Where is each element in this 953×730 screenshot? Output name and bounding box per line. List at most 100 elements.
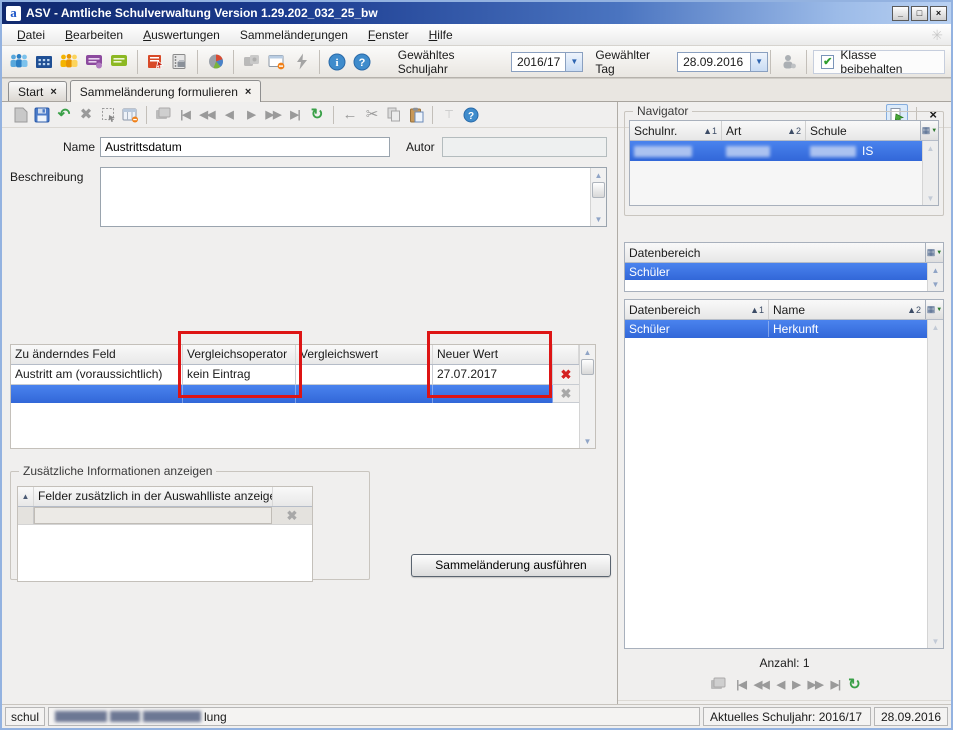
beschreibung-scrollbar[interactable]: ▲ ▼ (590, 168, 606, 226)
discard-icon: ✖ (76, 105, 96, 125)
register-book-icon[interactable] (144, 50, 167, 74)
beschreibung-label: Beschreibung (10, 170, 96, 184)
datenbereich-scrollbar[interactable]: ▲ ▼ (927, 263, 943, 291)
klasse-checkbox[interactable]: ✔ (821, 55, 834, 69)
column-header-vergleichsoperator[interactable]: Vergleichsoperator (183, 345, 296, 364)
previous-record-icon: ◀ (219, 105, 239, 125)
delete-row-icon[interactable]: ✖ (561, 367, 572, 383)
zusatz-empty-row[interactable]: ✖ (18, 507, 312, 525)
condition-row-empty-selected[interactable]: ✖ (11, 385, 579, 403)
classes-green-icon[interactable] (108, 50, 131, 74)
school-building-icon[interactable] (33, 50, 56, 74)
info-icon[interactable]: i (326, 50, 349, 74)
help-icon[interactable]: ? (461, 105, 481, 125)
sort-asc-icon[interactable]: ▲ (18, 487, 34, 506)
column-picker-icon[interactable]: ▦▼ (925, 300, 943, 319)
menu-sammelaenderungen[interactable]: Sammeländerungen (231, 26, 357, 44)
menu-fenster[interactable]: Fenster (359, 26, 418, 44)
chevron-down-icon[interactable]: ▼ (750, 53, 767, 71)
redacted-art (726, 146, 770, 157)
column-header-vergleichswert[interactable]: Vergleichswert (296, 345, 433, 364)
last-record-icon: ▶| (831, 678, 841, 691)
classes-purple-icon[interactable] (83, 50, 106, 74)
schools-table: Schulnr. ▲1 Art ▲2 Schule ▦▼ (629, 120, 939, 206)
execute-sammelaenderung-button[interactable]: Sammeländerung ausführen (411, 554, 611, 577)
beschreibung-textarea[interactable] (101, 168, 590, 226)
column-picker-icon[interactable]: ▦▼ (920, 121, 938, 140)
conditions-scrollbar[interactable]: ▲ ▼ (579, 345, 595, 448)
scroll-up-icon[interactable]: ▲ (580, 345, 595, 359)
menu-bearbeiten[interactable]: Bearbeiten (56, 26, 132, 44)
sort-1-icon: ▲1 (700, 126, 717, 136)
table-edit-icon[interactable] (120, 105, 140, 125)
items-scrollbar[interactable]: ▲ ▼ (927, 320, 943, 648)
column-header-schulnr[interactable]: Schulnr. ▲1 (630, 121, 722, 140)
column-header-name[interactable]: Name ▲2 (769, 300, 925, 319)
minimize-button[interactable]: _ (892, 6, 909, 21)
condition-row: Austritt am (voraussichtlich) kein Eintr… (11, 365, 579, 385)
paste-icon[interactable] (406, 105, 426, 125)
records-icon (708, 674, 728, 694)
menu-datei[interactable]: Datei (8, 26, 54, 44)
neuer-wert-cell[interactable]: 27.07.2017 (433, 365, 553, 385)
scroll-down-icon[interactable]: ▼ (580, 434, 595, 448)
school-row-selected[interactable]: IS (630, 141, 922, 161)
column-header-datenbereich[interactable]: Datenbereich (625, 243, 925, 262)
previous-record-icon: ◀ (777, 678, 784, 691)
item-row-selected[interactable]: Schüler Herkunft (625, 320, 927, 338)
schuljahr-combobox[interactable]: 2016/17 ▼ (511, 52, 583, 72)
select-region-icon (98, 105, 118, 125)
close-tab-icon[interactable]: × (50, 86, 56, 98)
person-gray-icon (777, 50, 800, 74)
fast-forward-icon: ▶▶ (808, 678, 823, 691)
maximize-button[interactable]: □ (911, 6, 928, 21)
lightning-icon (290, 50, 313, 74)
feld-cell[interactable]: Austritt am (voraussichtlich) (11, 365, 183, 385)
menu-hilfe[interactable]: Hilfe (420, 26, 462, 44)
back-arrow-icon: ← (340, 105, 360, 125)
teachers-icon[interactable] (58, 50, 81, 74)
menu-auswertungen[interactable]: Auswertungen (134, 26, 229, 44)
redacted-schule (810, 146, 856, 157)
save-icon[interactable] (32, 105, 52, 125)
schuljahr-label: Gewähltes Schuljahr (398, 48, 503, 76)
datenbereich-row-selected[interactable]: Schüler (625, 263, 927, 280)
column-header-feld[interactable]: Zu änderndes Feld (11, 345, 183, 364)
students-icon[interactable] (8, 50, 31, 74)
last-record-icon: ▶| (285, 105, 305, 125)
scroll-down-icon[interactable]: ▼ (591, 212, 606, 226)
chevron-down-icon[interactable]: ▼ (565, 53, 582, 71)
print-book-icon[interactable] (168, 50, 191, 74)
tab-start[interactable]: Start × (8, 81, 67, 101)
zusatz-group: Zusätzliche Informationen anzeigen ▲ Fel… (10, 464, 370, 580)
operator-cell[interactable]: kein Eintrag (183, 365, 296, 385)
undo-icon[interactable]: ↶ (54, 105, 74, 125)
refresh-icon[interactable]: ↻ (848, 677, 861, 692)
scroll-up-icon[interactable]: ▲ (928, 263, 943, 277)
reports-pie-icon[interactable] (204, 50, 227, 74)
window-remove-icon[interactable] (265, 50, 288, 74)
tag-combobox[interactable]: 28.09.2016 ▼ (677, 52, 768, 72)
wert-cell[interactable] (296, 365, 433, 385)
tab-sammelaenderung-formulieren[interactable]: Sammeländerung formulieren × (70, 80, 262, 102)
app-window: a ASV - Amtliche Schulverwaltung Version… (0, 0, 953, 730)
sort-1-icon: ▲1 (747, 305, 764, 315)
klasse-label: Klasse beibehalten (840, 48, 937, 76)
column-picker-icon[interactable]: ▦▼ (925, 243, 943, 262)
module-indicator: schul (5, 707, 45, 726)
close-tab-icon[interactable]: × (245, 86, 251, 98)
name-input[interactable] (100, 137, 390, 157)
close-button[interactable]: × (930, 6, 947, 21)
refresh-icon[interactable]: ↻ (307, 105, 327, 125)
help-icon[interactable]: ? (351, 50, 374, 74)
new-record-icon (10, 105, 30, 125)
schools-scrollbar[interactable]: ▲ ▼ (922, 141, 938, 205)
tag-value: 28.09.2016 (678, 55, 750, 69)
scroll-up-icon[interactable]: ▲ (591, 168, 606, 182)
column-header-schule[interactable]: Schule (806, 121, 920, 140)
zusatz-column-header[interactable]: Felder zusätzlich in der Auswahlliste an… (34, 487, 272, 506)
column-header-neuer-wert[interactable]: Neuer Wert (433, 345, 553, 364)
column-header-datenbereich[interactable]: Datenbereich ▲1 (625, 300, 769, 319)
column-header-art[interactable]: Art ▲2 (722, 121, 806, 140)
scroll-down-icon[interactable]: ▼ (928, 277, 943, 291)
